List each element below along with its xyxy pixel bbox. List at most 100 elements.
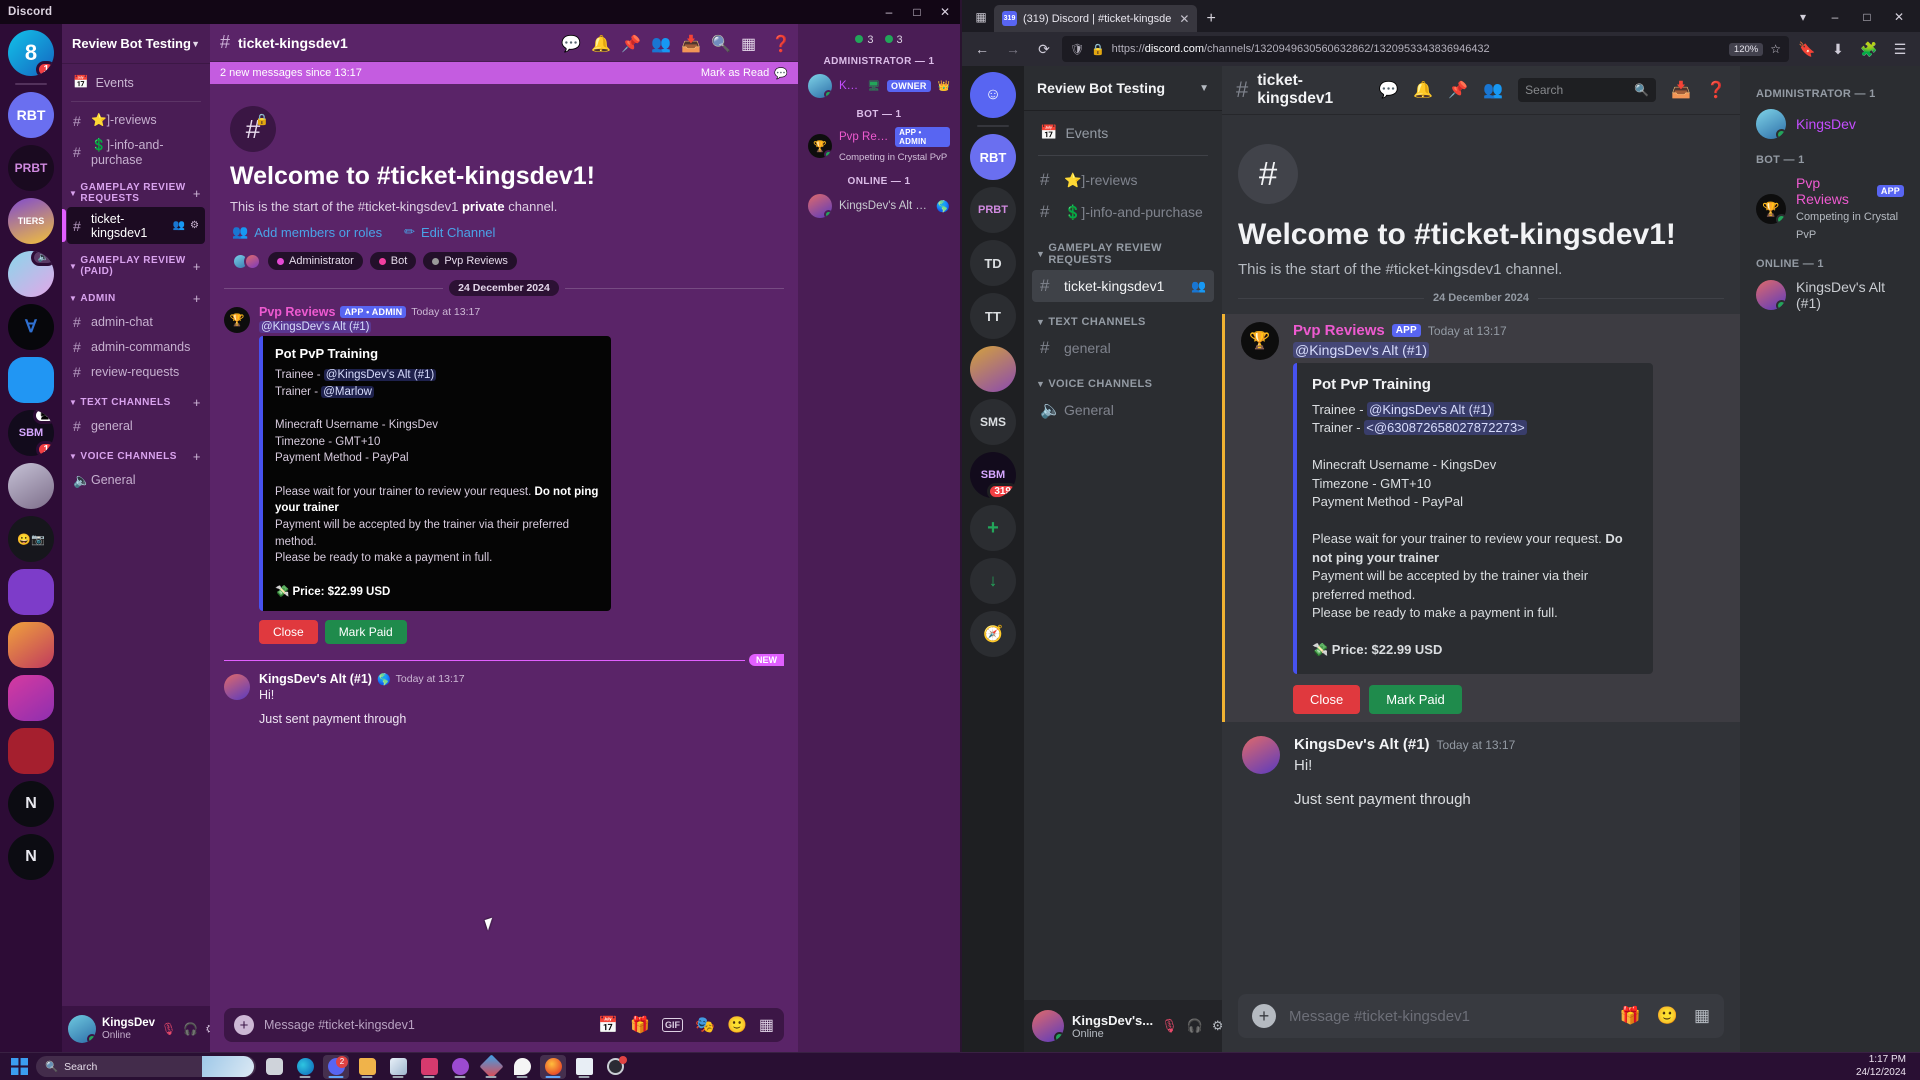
- avatar[interactable]: 🏆: [224, 307, 250, 333]
- list-all-tabs-icon[interactable]: ▾: [1788, 5, 1818, 29]
- member-row-pvp-reviews[interactable]: 🏆 Pvp Revi… APP • ADMIN Competing in Cry…: [806, 124, 952, 168]
- server-icon-crimson[interactable]: [8, 728, 54, 774]
- gift-icon[interactable]: 🎁: [1620, 1006, 1641, 1026]
- forward-button[interactable]: →: [1000, 36, 1026, 62]
- taskbar-app-vscode[interactable]: [416, 1055, 442, 1079]
- threads-icon[interactable]: 💬: [561, 34, 578, 51]
- category-text-channels[interactable]: ▼ TEXT CHANNELS: [1032, 302, 1214, 332]
- add-members-icon[interactable]: 👥: [1191, 279, 1206, 293]
- add-channel-icon[interactable]: +: [193, 449, 201, 464]
- close-button[interactable]: Close: [259, 620, 318, 644]
- sticker-icon[interactable]: 🎭: [695, 1015, 715, 1035]
- attach-icon[interactable]: +: [1252, 1004, 1276, 1028]
- message-input[interactable]: Message #ticket-kingsdev1: [1289, 1008, 1607, 1025]
- taskbar-app-drive[interactable]: [478, 1055, 504, 1079]
- trainer-mention[interactable]: <@630872658027872273>: [1364, 420, 1527, 435]
- maximize-button[interactable]: □: [910, 5, 924, 19]
- minimize-button[interactable]: –: [1820, 5, 1850, 29]
- chat-header-tools[interactable]: 💬 🔔 📌 👥 📥 🔍 ▦ ❓: [561, 34, 788, 51]
- gif-icon[interactable]: GIF: [662, 1018, 683, 1032]
- inbox-icon[interactable]: 📥: [681, 34, 698, 51]
- add-members-or-roles-link[interactable]: 👥 Add members or roles: [232, 224, 382, 240]
- taskbar-app-firefox[interactable]: [540, 1055, 566, 1079]
- server-icon-tt[interactable]: TT: [970, 293, 1016, 339]
- channel-actions[interactable]: 👥 ⚙: [173, 220, 199, 231]
- search-input[interactable]: Search 🔍: [1518, 78, 1656, 102]
- sidebar-item-general-text[interactable]: # general: [67, 413, 205, 438]
- start-button[interactable]: [8, 1055, 31, 1078]
- server-icon-rbt[interactable]: RBT: [970, 134, 1016, 180]
- threads-icon[interactable]: 💬: [1378, 80, 1398, 100]
- close-button[interactable]: ✕: [938, 5, 952, 19]
- mark-paid-button[interactable]: Mark Paid: [1369, 685, 1462, 714]
- sidebar-item-general-voice[interactable]: 🔈 General: [1032, 394, 1214, 426]
- sidebar-item-review-requests[interactable]: # review-requests: [67, 359, 205, 384]
- taskbar-app-obs[interactable]: [602, 1055, 628, 1079]
- taskbar-app-file-explorer[interactable]: [354, 1055, 380, 1079]
- browser-tab-discord[interactable]: 319 (319) Discord | #ticket-kingsde ✕: [994, 5, 1197, 32]
- message-author[interactable]: KingsDev's Alt (#1): [1294, 736, 1430, 753]
- server-icon-folder[interactable]: [8, 357, 54, 403]
- maximize-button[interactable]: □: [1852, 5, 1882, 29]
- mic-muted-icon[interactable]: 🎙: [1161, 1018, 1178, 1034]
- server-rail[interactable]: 8 1 RBT PRBT TIERS 🔈 ∀: [0, 24, 62, 1052]
- taskbar-app-github[interactable]: [447, 1055, 473, 1079]
- calendar-icon[interactable]: 📅: [598, 1015, 618, 1035]
- member-row-pvp-reviews[interactable]: 🏆 Pvp Reviews APP Competing in Crystal P…: [1748, 172, 1912, 246]
- add-channel-icon[interactable]: +: [193, 186, 201, 201]
- server-icon-violet[interactable]: [8, 569, 54, 615]
- chat-header-tools[interactable]: 💬 🔔 📌 👥 Search 🔍 📥 ❓: [1378, 78, 1726, 102]
- add-channel-icon[interactable]: +: [193, 395, 201, 410]
- discover-button[interactable]: 🧭: [970, 611, 1016, 657]
- taskbar-app-mongodb[interactable]: [509, 1055, 535, 1079]
- sidebar-item-events[interactable]: 📅 Events: [67, 70, 205, 95]
- minimize-button[interactable]: –: [882, 5, 896, 19]
- server-rail[interactable]: ☺ RBT PRBT TD TT SMS SB: [962, 66, 1024, 1052]
- avatar[interactable]: [68, 1015, 96, 1043]
- pocket-icon[interactable]: 🔖: [1794, 36, 1820, 62]
- sidebar-item-events[interactable]: 📅 Events: [1032, 118, 1214, 147]
- search-icon[interactable]: 🔍: [711, 34, 728, 51]
- user-mention[interactable]: @KingsDev's Alt (#1): [1293, 342, 1429, 358]
- new-messages-banner[interactable]: 2 new messages since 13:17 Mark as Read …: [210, 62, 798, 84]
- gift-icon[interactable]: 🎁: [630, 1015, 650, 1035]
- bookmark-star-icon[interactable]: ☆: [1770, 42, 1781, 56]
- bell-icon[interactable]: 🔔: [1413, 80, 1433, 100]
- server-icon-sunset[interactable]: [8, 622, 54, 668]
- message-author[interactable]: KingsDev's Alt (#1): [259, 672, 372, 686]
- server-icon-art[interactable]: 🔈: [8, 251, 54, 297]
- guild-header[interactable]: Review Bot Testing ▼: [62, 24, 210, 64]
- trainee-mention[interactable]: @KingsDev's Alt (#1): [324, 369, 436, 381]
- server-icon-n1[interactable]: N: [8, 781, 54, 827]
- server-icon-sbm[interactable]: SBM 319: [970, 452, 1016, 498]
- add-channel-icon[interactable]: +: [193, 291, 201, 306]
- composer-icons[interactable]: 📅 🎁 GIF 🎭 🙂 ▦: [598, 1015, 774, 1035]
- message-author[interactable]: Pvp Reviews: [1293, 322, 1385, 339]
- member-row-kingsdev[interactable]: KingsDev: [1748, 106, 1912, 142]
- zoom-level-badge[interactable]: 120%: [1729, 43, 1763, 56]
- system-tray-clock[interactable]: 1:17 PM 24/12/2024: [1856, 1054, 1912, 1079]
- user-controls[interactable]: 🎙 🎧 ⚙: [161, 1022, 210, 1036]
- composer-icons[interactable]: 🎁 🙂 ▦: [1620, 1006, 1710, 1026]
- new-tab-button[interactable]: +: [1206, 10, 1215, 28]
- category-voice-channels[interactable]: ▼ VOICE CHANNELS: [1032, 364, 1214, 394]
- inbox-icon[interactable]: 📥: [1671, 80, 1691, 100]
- channel-list[interactable]: 📅 Events # ⭐]-reviews # 💲]-info-and-purc…: [62, 64, 210, 1006]
- discord-home-button[interactable]: ☺: [970, 72, 1016, 118]
- user-mention[interactable]: @KingsDev's Alt (#1): [259, 321, 371, 333]
- mark-paid-button[interactable]: Mark Paid: [325, 620, 407, 644]
- apps-icon[interactable]: ▦: [741, 34, 758, 51]
- channel-info-and-purchase[interactable]: # 💲]-info-and-purchase: [67, 133, 205, 171]
- help-icon[interactable]: ❓: [1706, 80, 1726, 100]
- taskbar-app-discord[interactable]: 2: [323, 1055, 349, 1079]
- taskbar-app-store[interactable]: [385, 1055, 411, 1079]
- server-icon-tiers[interactable]: TIERS: [8, 198, 54, 244]
- avatar[interactable]: [1242, 736, 1280, 774]
- emoji-icon[interactable]: 🙂: [1657, 1006, 1678, 1026]
- shield-icon[interactable]: 🛡: [1070, 43, 1084, 56]
- search-input[interactable]: 🔍 Search: [36, 1056, 256, 1077]
- add-channel-icon[interactable]: +: [193, 259, 201, 274]
- task-view-button[interactable]: [261, 1055, 287, 1079]
- sidebar-item-ticket-kingsdev1[interactable]: # ticket-kingsdev1 👥: [1032, 270, 1214, 302]
- server-icon-sbm[interactable]: SBM1 🖥: [8, 410, 54, 456]
